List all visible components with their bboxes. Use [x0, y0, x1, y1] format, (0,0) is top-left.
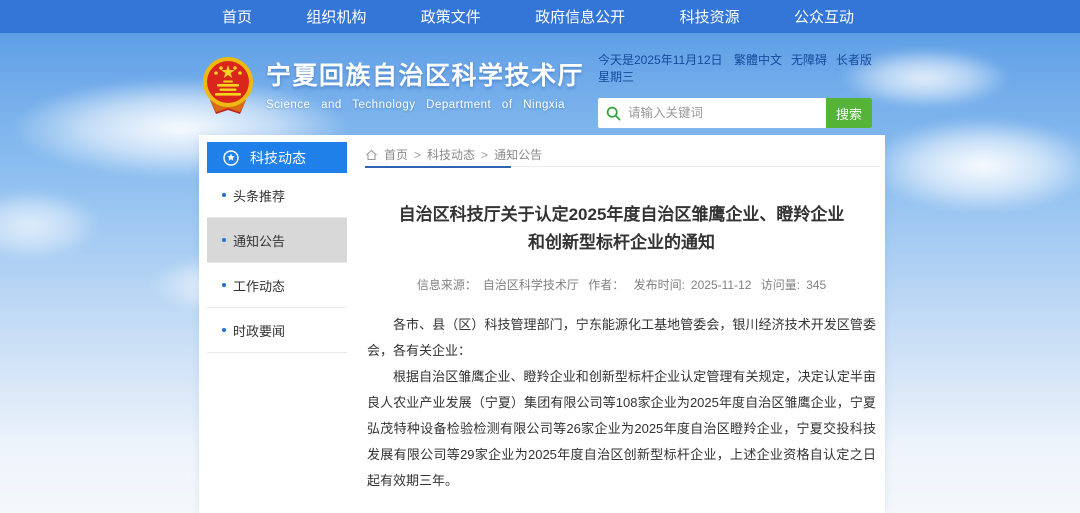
header-utility: 今天是2025年11月12日 星期三 繁體中文 无障碍 长者版 搜索	[598, 51, 872, 128]
link-elderly-version[interactable]: 长者版	[836, 51, 872, 85]
meta-views-label: 访问量:	[761, 278, 800, 292]
main-content-panel: 科技动态 头条推荐 通知公告 工作动态 时政要闻	[199, 135, 885, 513]
search-bar: 搜索	[598, 98, 872, 128]
article-title: 自治区科技厅关于认定2025年度自治区雏鹰企业、瞪羚企业和创新型标杆企业的通知	[391, 201, 853, 257]
nav-item-policy-documents[interactable]: 政策文件	[421, 6, 481, 27]
site-branding[interactable]: 宁夏回族自治区科学技术厅 Science and Technology Depa…	[202, 56, 584, 116]
meta-source-label: 信息来源：	[417, 278, 477, 292]
nav-item-gov-info-disclosure[interactable]: 政府信息公开	[535, 6, 625, 27]
article-content-area: 首页 > 科技动态 > 通知公告 自治区科技厅关于认定2025年度自治区雏鹰企业…	[365, 143, 878, 513]
sidebar-item-label: 时政要闻	[233, 321, 285, 340]
article-paragraph: 根据自治区雏鹰企业、瞪羚企业和创新型标杆企业认定管理有关规定，决定认定半亩良人农…	[367, 364, 876, 494]
meta-time-label: 发布时间:	[634, 278, 685, 292]
article-paragraph: 各市、县（区）科技管理部门，宁东能源化工基地管委会，银川经济技术开发区管委会，各…	[367, 312, 876, 364]
meta-time-value: 2025-11-12	[691, 278, 752, 292]
brand-text: 宁夏回族自治区科学技术厅 Science and Technology Depa…	[266, 56, 584, 111]
sidebar-item-work-news[interactable]: 工作动态	[207, 263, 347, 308]
sidebar-item-label: 工作动态	[233, 276, 285, 295]
sidebar-header: 科技动态	[207, 142, 347, 173]
bullet-icon	[222, 328, 226, 332]
meta-views-value: 345	[806, 278, 826, 292]
sidebar-title: 科技动态	[250, 148, 306, 168]
cloud-decoration	[0, 190, 100, 260]
home-icon	[365, 149, 378, 161]
breadcrumb-separator: >	[481, 148, 488, 162]
meta-source-value: 自治区科学技术厅	[483, 278, 579, 292]
site-subtitle-english: Science and Technology Department of Nin…	[266, 99, 584, 111]
breadcrumb-sci-tech-news[interactable]: 科技动态	[427, 146, 475, 163]
search-icon	[598, 98, 628, 128]
cloud-decoration	[868, 118, 1080, 213]
breadcrumb: 首页 > 科技动态 > 通知公告	[365, 143, 878, 166]
sci-tech-news-icon	[222, 149, 240, 167]
page: 首页 组织机构 政策文件 政府信息公开 科技资源 公众互动 宁夏回族自治区科学技…	[0, 0, 1080, 513]
site-title: 宁夏回族自治区科学技术厅	[266, 56, 584, 92]
bullet-icon	[222, 238, 226, 242]
sidebar-item-notices[interactable]: 通知公告	[207, 218, 347, 263]
breadcrumb-separator: >	[414, 148, 421, 162]
search-input[interactable]	[628, 98, 826, 128]
breadcrumb-home[interactable]: 首页	[384, 146, 408, 163]
article-body: 各市、县（区）科技管理部门，宁东能源化工基地管委会，银川经济技术开发区管委会，各…	[365, 312, 878, 494]
sidebar-menu: 科技动态 头条推荐 通知公告 工作动态 时政要闻	[207, 142, 347, 353]
nav-item-organization[interactable]: 组织机构	[306, 6, 366, 27]
bullet-icon	[222, 283, 226, 287]
nav-item-home[interactable]: 首页	[222, 6, 252, 27]
nav-item-public-interaction[interactable]: 公众互动	[794, 6, 854, 27]
sidebar-item-current-politics[interactable]: 时政要闻	[207, 308, 347, 353]
sidebar-item-label: 头条推荐	[233, 186, 285, 205]
today-date-text: 今天是2025年11月12日 星期三	[598, 51, 734, 85]
top-nav-bar: 首页 组织机构 政策文件 政府信息公开 科技资源 公众互动	[0, 0, 1080, 33]
dateline: 今天是2025年11月12日 星期三 繁體中文 无障碍 长者版	[598, 51, 872, 85]
bullet-icon	[222, 193, 226, 197]
link-traditional-chinese[interactable]: 繁體中文	[734, 51, 782, 85]
sidebar-item-headline-recommend[interactable]: 头条推荐	[207, 173, 347, 218]
language-links: 繁體中文 无障碍 长者版	[734, 51, 872, 85]
national-emblem-logo	[202, 56, 254, 116]
article-meta: 信息来源： 自治区科学技术厅 作者： 发布时间: 2025-11-12 访问量: 34…	[365, 276, 878, 293]
breadcrumb-notices[interactable]: 通知公告	[494, 146, 542, 163]
sidebar-item-label: 通知公告	[233, 231, 285, 250]
breadcrumb-divider	[365, 166, 878, 168]
meta-author-label: 作者：	[588, 278, 624, 292]
nav-item-sci-tech-resources[interactable]: 科技资源	[680, 6, 740, 27]
breadcrumb-active-underline	[365, 166, 511, 168]
search-button[interactable]: 搜索	[826, 98, 872, 128]
top-nav-items: 首页 组织机构 政策文件 政府信息公开 科技资源 公众互动	[222, 0, 854, 33]
link-accessibility[interactable]: 无障碍	[791, 51, 827, 85]
